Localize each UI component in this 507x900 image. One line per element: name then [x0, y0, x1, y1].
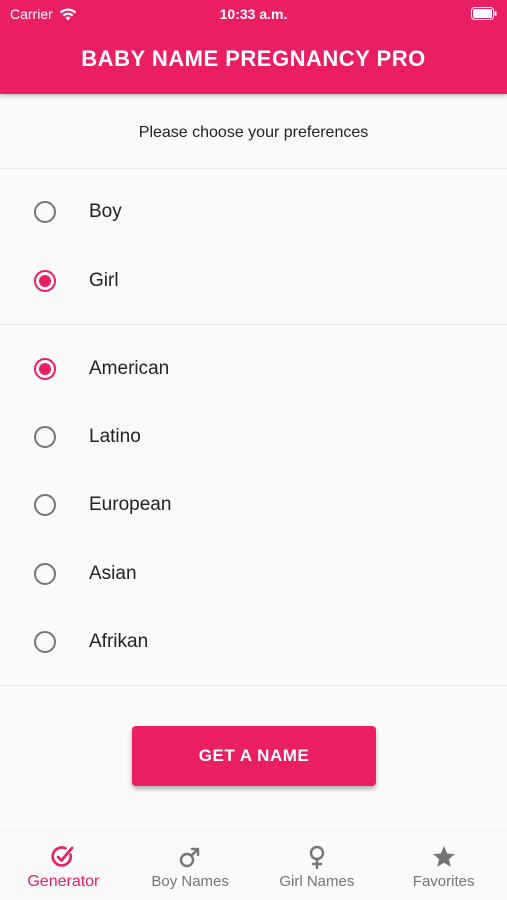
- origin-option-european[interactable]: European: [0, 477, 507, 533]
- radio-button[interactable]: [34, 563, 56, 585]
- origin-option-afrikan[interactable]: Afrikan: [0, 614, 507, 670]
- nav-label: Boy Names: [151, 873, 229, 890]
- divider: [0, 685, 507, 686]
- nav-item-boy-names[interactable]: Boy Names: [127, 831, 254, 900]
- radio-button[interactable]: [34, 631, 56, 653]
- radio-button[interactable]: [34, 426, 56, 448]
- generator-icon: [50, 843, 76, 871]
- male-symbol-icon: [177, 843, 203, 871]
- status-bar: Carrier 10:33 a.m.: [0, 0, 507, 28]
- app-bar: Carrier 10:33 a.m. BABY NAME PREGNANCY P…: [0, 0, 507, 94]
- nav-label: Generator: [27, 873, 100, 890]
- status-time: 10:33 a.m.: [219, 6, 288, 22]
- radio-button-selected[interactable]: [34, 270, 56, 292]
- origin-option-american[interactable]: American: [0, 341, 507, 397]
- battery-icon: [471, 7, 497, 20]
- preferences-prompt: Please choose your preferences: [138, 124, 369, 141]
- page-title: BABY NAME PREGNANCY PRO: [81, 46, 426, 71]
- radio-button[interactable]: [34, 494, 56, 516]
- divider: [0, 168, 507, 169]
- star-icon: [431, 843, 457, 871]
- divider: [0, 324, 507, 325]
- option-label: European: [89, 494, 172, 515]
- radio-button[interactable]: [34, 201, 56, 223]
- female-symbol-icon: [304, 843, 330, 871]
- option-label: Afrikan: [89, 631, 149, 652]
- nav-item-generator[interactable]: Generator: [0, 831, 127, 900]
- origin-option-asian[interactable]: Asian: [0, 546, 507, 602]
- nav-item-girl-names[interactable]: Girl Names: [254, 831, 381, 900]
- option-label: American: [89, 358, 170, 379]
- get-a-name-button[interactable]: GET A NAME: [132, 726, 376, 786]
- option-label: Latino: [89, 426, 141, 447]
- nav-label: Favorites: [412, 873, 475, 890]
- option-label: Girl: [89, 270, 119, 291]
- nav-label: Girl Names: [279, 873, 355, 890]
- gender-option-boy[interactable]: Boy: [0, 184, 507, 240]
- option-label: Boy: [89, 201, 122, 222]
- gender-option-girl[interactable]: Girl: [0, 253, 507, 309]
- origin-option-latino[interactable]: Latino: [0, 409, 507, 465]
- nav-item-favorites[interactable]: Favorites: [380, 831, 507, 900]
- radio-button-selected[interactable]: [34, 358, 56, 380]
- bottom-navigation: Generator Boy Names Girl Names Favorites: [0, 830, 507, 900]
- option-label: Asian: [89, 563, 137, 584]
